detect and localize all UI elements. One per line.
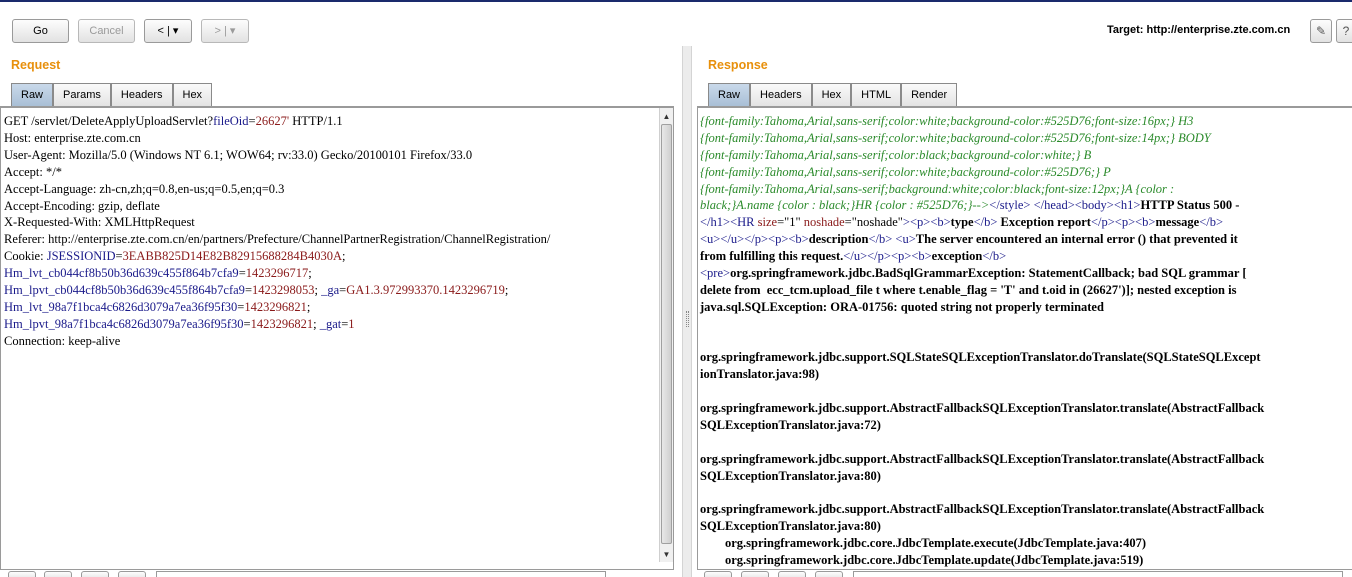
target-prefix: Target: <box>1107 24 1147 36</box>
request-scroll-thumb[interactable] <box>661 124 672 544</box>
request-title: Request <box>11 58 61 72</box>
tab-request-params[interactable]: Params <box>53 83 111 106</box>
back-button[interactable]: < | ▾ <box>144 19 192 43</box>
tab-request-raw[interactable]: Raw <box>11 83 54 106</box>
help-icon[interactable]: ? <box>1336 19 1352 43</box>
request-search-next-button[interactable] <box>44 571 72 577</box>
tab-response-render[interactable]: Render <box>901 83 958 106</box>
request-scrollbar[interactable]: ▲ ▼ <box>659 108 673 562</box>
cancel-button[interactable]: Cancel <box>78 19 135 43</box>
request-editor[interactable]: GET /servlet/DeleteApplyUploadServlet?fi… <box>0 106 674 570</box>
pencil-icon[interactable]: ✎ <box>1310 19 1332 43</box>
scroll-down-icon[interactable]: ▼ <box>660 548 673 561</box>
request-raw-text: GET /servlet/DeleteApplyUploadServlet?fi… <box>4 114 551 348</box>
request-search-input[interactable] <box>156 571 606 577</box>
tab-response-html[interactable]: HTML <box>851 83 902 106</box>
tab-request-headers[interactable]: Headers <box>110 83 173 106</box>
response-search-next-button[interactable] <box>741 571 769 577</box>
tab-response-headers[interactable]: Headers <box>750 83 812 106</box>
split-pane-divider[interactable] <box>682 46 692 577</box>
response-title: Response <box>708 58 768 72</box>
window-top-border <box>0 0 1352 2</box>
request-tabs: Raw Params Headers Hex <box>11 83 213 106</box>
response-search-input[interactable] <box>853 571 1343 577</box>
response-search-prev-button[interactable] <box>704 571 732 577</box>
request-search-option-button[interactable] <box>118 571 146 577</box>
response-search-plus-button[interactable] <box>778 571 806 577</box>
go-button[interactable]: Go <box>12 19 69 43</box>
request-search-prev-button[interactable] <box>8 571 36 577</box>
tab-response-hex[interactable]: Hex <box>811 83 852 106</box>
request-search-plus-button[interactable] <box>81 571 109 577</box>
tab-response-raw[interactable]: Raw <box>708 83 751 106</box>
divider-grip-icon <box>686 311 689 327</box>
response-tabs: Raw Headers Hex HTML Render <box>708 83 958 106</box>
response-viewer[interactable]: {font-family:Tahoma,Arial,sans-serif;col… <box>697 106 1352 570</box>
forward-button[interactable]: > | ▾ <box>201 19 249 43</box>
target-label: Target: http://enterprise.zte.com.cn <box>1107 24 1290 36</box>
response-search-option-button[interactable] <box>815 571 843 577</box>
response-raw-text: {font-family:Tahoma,Arial,sans-serif;col… <box>700 114 1265 568</box>
tab-request-hex[interactable]: Hex <box>172 83 213 106</box>
target-url: http://enterprise.zte.com.cn <box>1146 24 1291 36</box>
scroll-up-icon[interactable]: ▲ <box>660 110 673 123</box>
